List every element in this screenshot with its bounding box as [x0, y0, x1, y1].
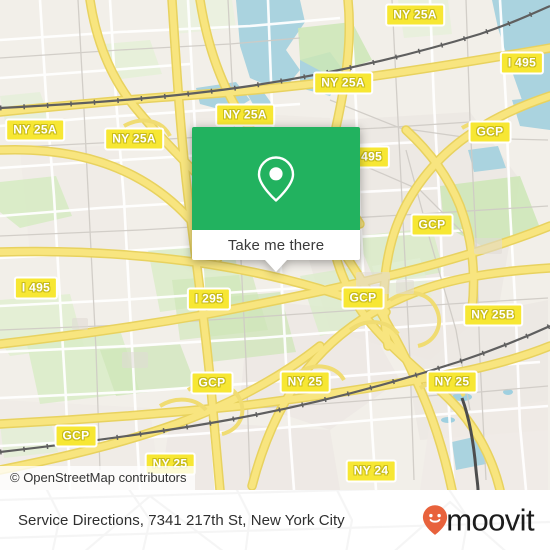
- callout-marker-area: [192, 127, 360, 230]
- moovit-brand[interactable]: moovit: [422, 502, 535, 538]
- destination-callout-card[interactable]: Take me there: [192, 127, 360, 272]
- road-shield: NY 25: [426, 370, 478, 394]
- road-shield: GCP: [341, 286, 385, 310]
- road-shield: NY 25: [279, 370, 331, 394]
- road-shield: GCP: [468, 120, 512, 144]
- map-screenshot: NY 25A NY 25A I 495 NY 25A NY 25A NY 25A GCP I …: [0, 0, 550, 550]
- take-me-there-label: Take me there: [227, 236, 325, 254]
- road-shield: NY 24: [345, 459, 397, 483]
- road-shield: NY 25B: [463, 303, 523, 327]
- road-shield: NY 25A: [313, 71, 373, 95]
- road-shield: NY 25A: [215, 103, 275, 127]
- footer-bar: Service Directions, 7341 217th St, New Y…: [0, 490, 550, 550]
- road-shield: NY 25A: [385, 3, 445, 27]
- road-shield: I 495: [13, 276, 59, 300]
- road-shield: NY 25A: [5, 118, 65, 142]
- map-canvas[interactable]: NY 25A NY 25A I 495 NY 25A NY 25A NY 25A GCP I …: [0, 0, 550, 490]
- location-title: Service Directions, 7341 217th St, New Y…: [18, 511, 345, 529]
- moovit-smiley-pin-icon: [423, 505, 448, 535]
- map-pin-icon: [257, 155, 295, 202]
- road-shield: NY 25A: [104, 127, 164, 151]
- take-me-there-button[interactable]: Take me there: [192, 230, 360, 260]
- callout-tail-pointer: [265, 260, 287, 272]
- map-attribution[interactable]: © OpenStreetMap contributors: [0, 466, 195, 490]
- road-shield: GCP: [410, 213, 454, 237]
- road-shield: I 295: [186, 287, 232, 311]
- moovit-wordmark: moovit: [446, 502, 534, 538]
- road-shield: GCP: [190, 371, 234, 395]
- road-shield: I 495: [499, 51, 545, 75]
- road-shield: GCP: [54, 424, 98, 448]
